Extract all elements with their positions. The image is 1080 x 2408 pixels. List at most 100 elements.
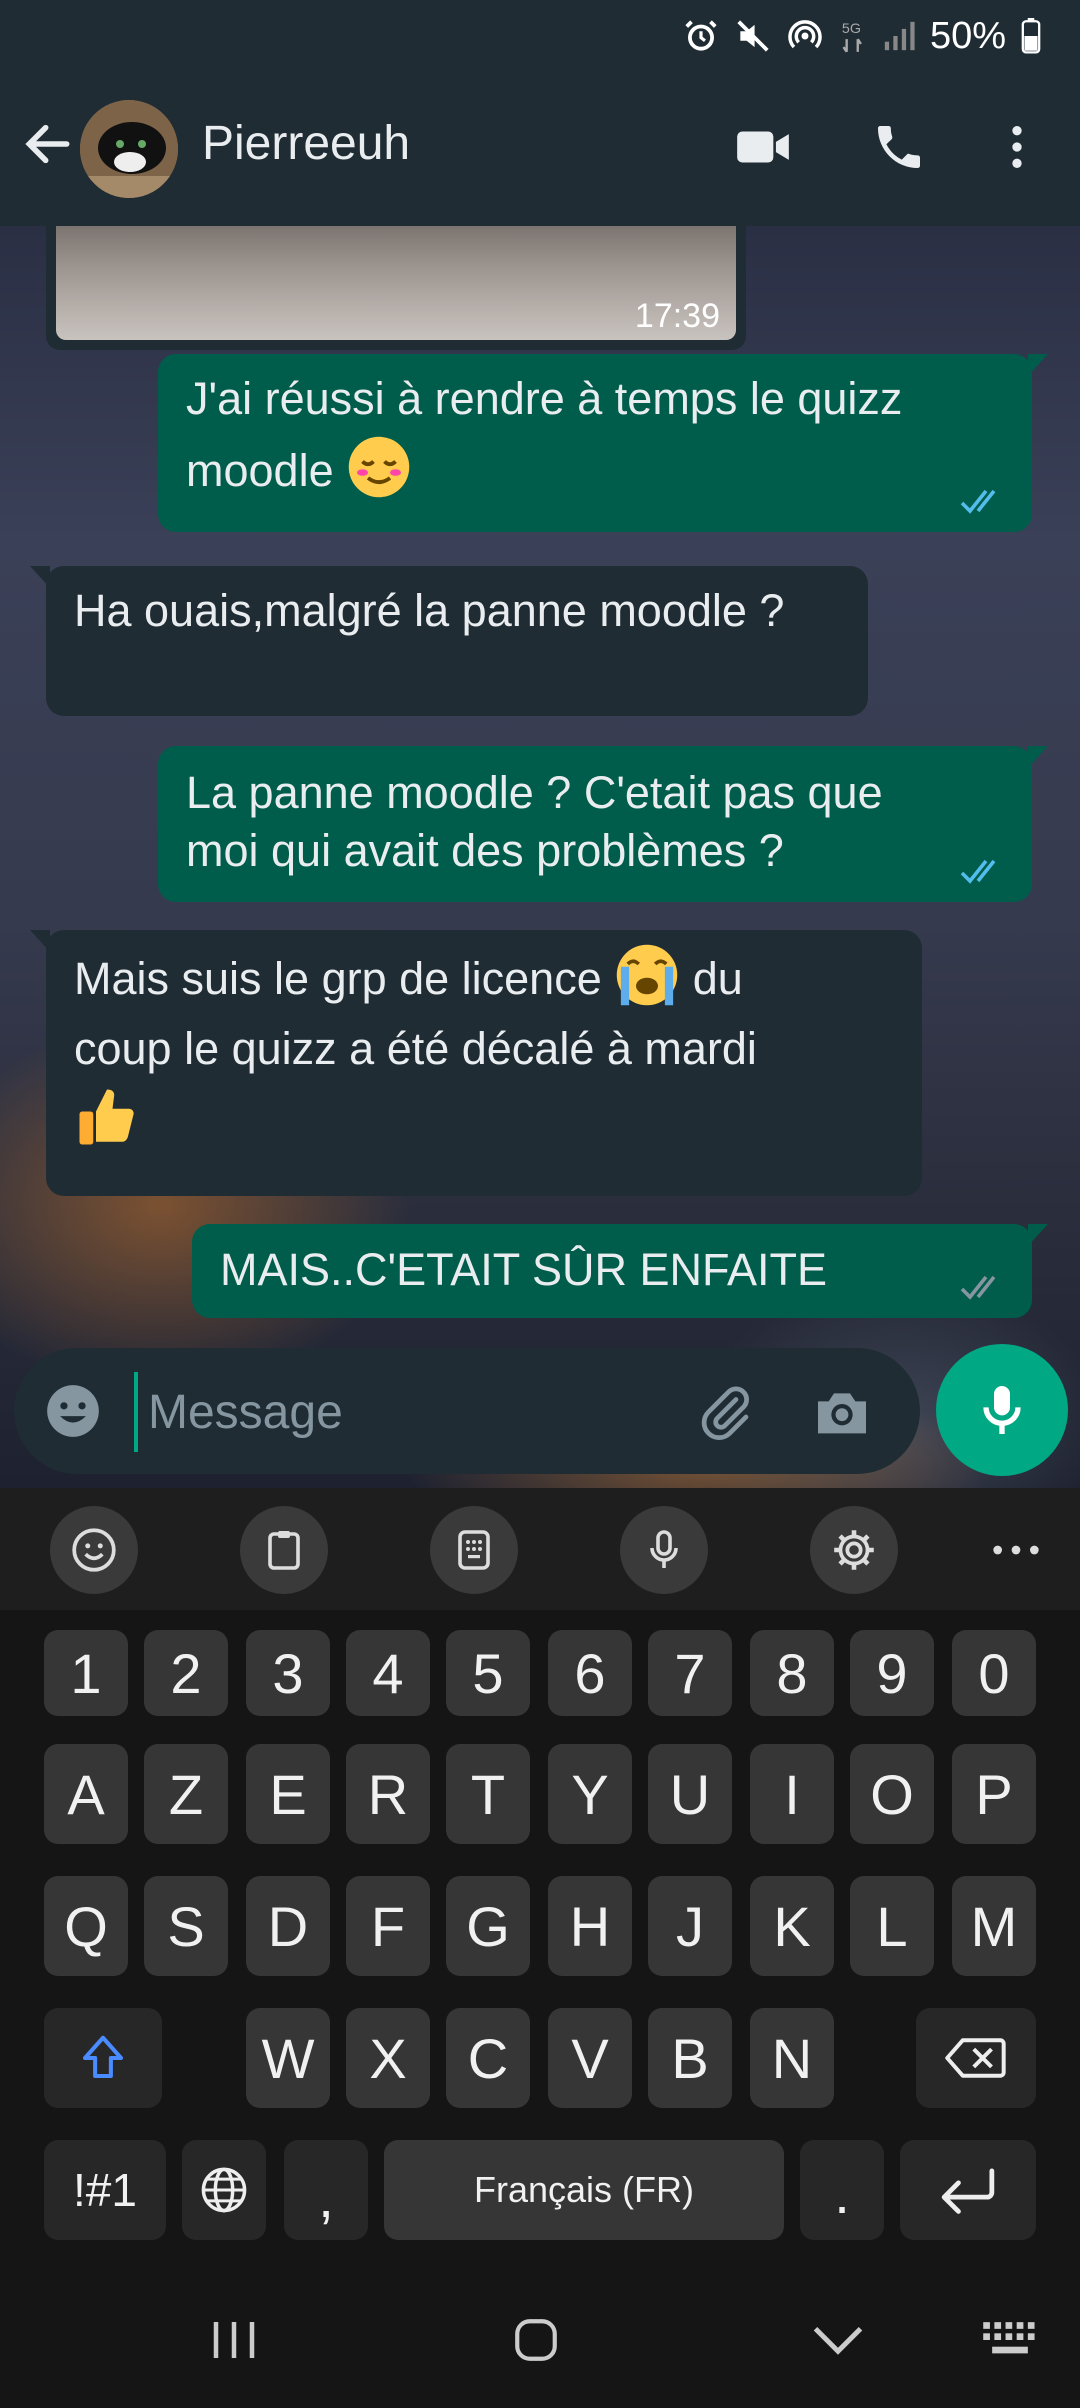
navigation-bar bbox=[0, 2268, 1080, 2408]
key-k[interactable]: K bbox=[750, 1876, 834, 1976]
voice-message-button[interactable] bbox=[936, 1344, 1068, 1476]
key-t[interactable]: T bbox=[446, 1744, 530, 1844]
enter-key[interactable] bbox=[900, 2140, 1036, 2240]
back-button[interactable] bbox=[20, 116, 80, 176]
incoming-message[interactable]: Mais suis le grp de licence du coup le q… bbox=[30, 930, 922, 1196]
message-text: J'ai réussi à rendre à temps le quizz bbox=[186, 373, 903, 424]
incoming-message[interactable]: Ha ouais,malgré la panne moodle ? bbox=[30, 566, 868, 716]
language-key[interactable] bbox=[182, 2140, 266, 2240]
symbols-key[interactable]: !#1 bbox=[44, 2140, 166, 2240]
key-x[interactable]: X bbox=[346, 2008, 430, 2108]
key-f[interactable]: F bbox=[346, 1876, 430, 1976]
key-i[interactable]: I bbox=[750, 1744, 834, 1844]
delivered-receipt-icon bbox=[960, 1275, 996, 1300]
message-text: moi qui avait des problèmes ? bbox=[186, 825, 784, 876]
status-bar: 5G 50% bbox=[0, 0, 1080, 72]
outgoing-message[interactable]: MAIS..C'ETAIT SÛR ENFAITE bbox=[192, 1224, 1048, 1318]
message-composer bbox=[14, 1348, 920, 1474]
message-text: du bbox=[692, 953, 743, 1004]
key-h[interactable]: H bbox=[548, 1876, 632, 1976]
message-input[interactable] bbox=[134, 1372, 670, 1452]
key-e[interactable]: E bbox=[246, 1744, 330, 1844]
keyboard-more-button[interactable] bbox=[984, 1522, 1048, 1578]
microphone-icon bbox=[983, 1386, 1021, 1434]
key-d[interactable]: D bbox=[246, 1876, 330, 1976]
key-6[interactable]: 6 bbox=[548, 1630, 632, 1716]
key-j[interactable]: J bbox=[648, 1876, 732, 1976]
message-text: moodle bbox=[186, 445, 334, 496]
keyboard: 1 2 3 4 5 6 7 8 9 0 A Z E R T Y U I O P … bbox=[0, 1488, 1080, 2268]
key-4[interactable]: 4 bbox=[346, 1630, 430, 1716]
battery-icon bbox=[1020, 18, 1042, 54]
key-m[interactable]: M bbox=[952, 1876, 1036, 1976]
camera-button[interactable] bbox=[810, 1380, 874, 1449]
cat-avatar-image bbox=[80, 100, 178, 198]
key-w[interactable]: W bbox=[246, 2008, 330, 2108]
shift-key[interactable] bbox=[44, 2008, 162, 2108]
key-z[interactable]: Z bbox=[144, 1744, 228, 1844]
comma-key[interactable]: , bbox=[284, 2140, 368, 2240]
key-v[interactable]: V bbox=[548, 2008, 632, 2108]
key-a[interactable]: A bbox=[44, 1744, 128, 1844]
home-icon bbox=[515, 2319, 557, 2361]
keyboard-settings-button[interactable] bbox=[810, 1506, 898, 1594]
key-q[interactable]: Q bbox=[44, 1876, 128, 1976]
outgoing-message[interactable]: La panne moodle ? C'etait pas que moi qu… bbox=[158, 746, 1048, 902]
keypad-icon bbox=[458, 1530, 490, 1570]
signal-icon bbox=[882, 19, 916, 53]
read-receipt-icon bbox=[960, 489, 996, 514]
recents-button[interactable] bbox=[174, 2308, 294, 2372]
more-options-button[interactable] bbox=[980, 110, 1054, 184]
key-3[interactable]: 3 bbox=[246, 1630, 330, 1716]
key-y[interactable]: Y bbox=[548, 1744, 632, 1844]
key-r[interactable]: R bbox=[346, 1744, 430, 1844]
key-u[interactable]: U bbox=[648, 1744, 732, 1844]
key-c[interactable]: C bbox=[446, 2008, 530, 2108]
home-button[interactable] bbox=[476, 2308, 596, 2372]
shift-arrow-icon bbox=[82, 2035, 124, 2079]
keyboard-emoji-button[interactable] bbox=[50, 1506, 138, 1594]
avatar[interactable] bbox=[80, 100, 178, 198]
globe-icon bbox=[201, 2167, 247, 2213]
keyboard-switch-button[interactable] bbox=[950, 2308, 1070, 2372]
keyboard-voice-button[interactable] bbox=[620, 1506, 708, 1594]
clipboard-icon bbox=[268, 1531, 300, 1570]
keypad-button[interactable] bbox=[430, 1506, 518, 1594]
chevron-down-icon bbox=[813, 2326, 863, 2355]
period-key[interactable]: . bbox=[800, 2140, 884, 2240]
key-g[interactable]: G bbox=[446, 1876, 530, 1976]
key-7[interactable]: 7 bbox=[648, 1630, 732, 1716]
key-l[interactable]: L bbox=[850, 1876, 934, 1976]
key-o[interactable]: O bbox=[850, 1744, 934, 1844]
key-1[interactable]: 1 bbox=[44, 1630, 128, 1716]
hide-keyboard-button[interactable] bbox=[778, 2308, 898, 2372]
photo-message[interactable]: 17:39 bbox=[46, 226, 746, 350]
read-receipt-icon bbox=[960, 859, 996, 884]
message-list[interactable]: 17:39 J'ai réussi à rendre à temps le qu… bbox=[0, 226, 1080, 1488]
voice-call-button[interactable] bbox=[862, 110, 936, 184]
message-text: La panne moodle ? C'etait pas que bbox=[186, 767, 883, 818]
video-call-button[interactable] bbox=[726, 110, 800, 184]
clipboard-button[interactable] bbox=[240, 1506, 328, 1594]
key-p[interactable]: P bbox=[952, 1744, 1036, 1844]
backspace-key[interactable] bbox=[916, 2008, 1036, 2108]
key-5[interactable]: 5 bbox=[446, 1630, 530, 1716]
outgoing-message[interactable]: J'ai réussi à rendre à temps le quizz mo… bbox=[158, 354, 1048, 532]
key-2[interactable]: 2 bbox=[144, 1630, 228, 1716]
key-s[interactable]: S bbox=[144, 1876, 228, 1976]
phone-icon bbox=[878, 126, 920, 168]
more-horizontal-icon bbox=[993, 1545, 1039, 1555]
paperclip-icon bbox=[701, 1386, 749, 1441]
key-b[interactable]: B bbox=[648, 2008, 732, 2108]
key-9[interactable]: 9 bbox=[850, 1630, 934, 1716]
key-0[interactable]: 0 bbox=[952, 1630, 1036, 1716]
more-vertical-icon bbox=[1012, 126, 1022, 168]
key-n[interactable]: N bbox=[750, 2008, 834, 2108]
backspace-icon bbox=[945, 2038, 1006, 2078]
key-8[interactable]: 8 bbox=[750, 1630, 834, 1716]
chat-header: Pierreeuh bbox=[0, 72, 1080, 226]
emoji-button[interactable] bbox=[42, 1380, 104, 1447]
space-key[interactable]: Français (FR) bbox=[384, 2140, 784, 2240]
attach-button[interactable] bbox=[696, 1382, 756, 1447]
contact-name[interactable]: Pierreeuh bbox=[202, 116, 410, 171]
